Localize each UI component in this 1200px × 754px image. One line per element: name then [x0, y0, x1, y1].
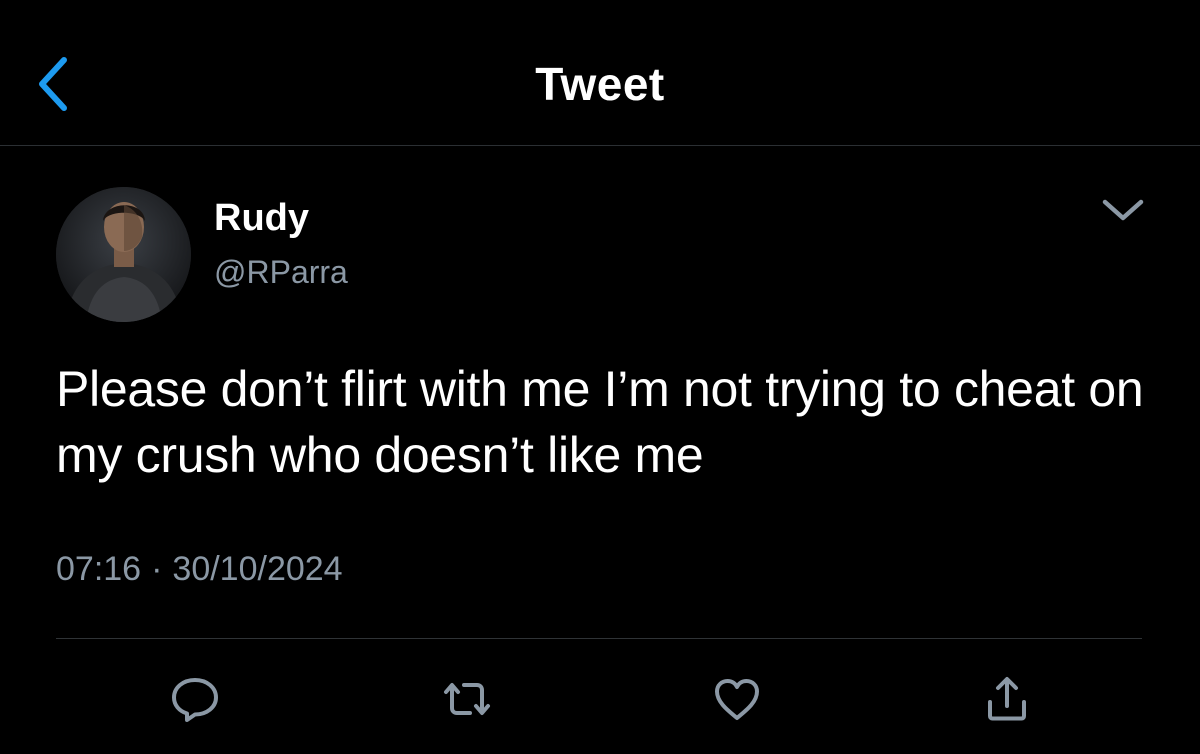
retweet-button[interactable] [440, 672, 494, 726]
share-icon [988, 677, 1026, 721]
meta-separator: · [151, 550, 163, 588]
share-button[interactable] [980, 672, 1034, 726]
avatar-photo [56, 187, 191, 322]
reply-icon [172, 678, 218, 722]
retweet-icon [444, 683, 490, 715]
top-nav-bar: Tweet [0, 0, 1200, 146]
tweet-time: 07:16 [56, 550, 142, 588]
like-icon [715, 679, 759, 720]
page-title: Tweet [535, 58, 665, 110]
chevron-down-icon [1102, 199, 1144, 221]
more-options-button[interactable] [1100, 192, 1146, 226]
author-name[interactable]: Rudy [214, 196, 309, 240]
author-handle[interactable]: @RParra [214, 252, 348, 292]
tweet-text: Please don’t flirt with me I’m not tryin… [56, 361, 1144, 483]
divider [56, 638, 1142, 639]
tweet-timestamp: 07:16 · 30/10/2024 [56, 548, 343, 590]
reply-button[interactable] [168, 672, 222, 726]
tweet-detail-screen: Tweet Rudy @RParra Please don’t flirt wi… [0, 0, 1200, 754]
avatar[interactable] [56, 187, 191, 322]
like-button[interactable] [710, 672, 764, 726]
tweet-date: 30/10/2024 [172, 550, 343, 588]
